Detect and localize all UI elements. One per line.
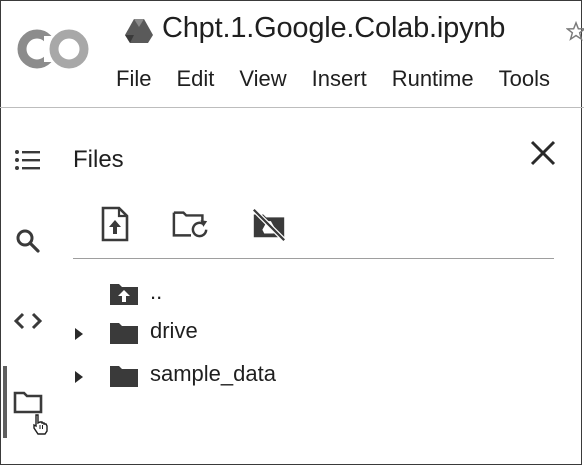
hand-cursor-icon — [33, 414, 48, 435]
star-icon[interactable] — [566, 20, 584, 42]
tree-row-sample-data[interactable]: sample_data — [60, 361, 540, 393]
folder-icon — [110, 366, 138, 387]
colab-logo-icon — [17, 29, 89, 69]
menu-insert[interactable]: Insert — [312, 66, 367, 92]
header: Chpt.1.Google.Colab.ipynb File Edit View… — [0, 0, 584, 107]
refresh-folder-icon[interactable] — [172, 204, 210, 244]
parent-folder-icon — [110, 284, 138, 305]
mount-drive-off-icon[interactable] — [250, 204, 288, 244]
expand-caret-icon[interactable] — [74, 370, 84, 384]
tree-row-parent[interactable]: .. — [60, 279, 540, 311]
menu-runtime[interactable]: Runtime — [392, 66, 474, 92]
table-of-contents-icon[interactable] — [12, 145, 44, 175]
google-drive-icon[interactable] — [125, 18, 153, 43]
code-snippets-icon[interactable] — [12, 306, 44, 336]
header-divider — [0, 107, 584, 108]
files-panel-title: Files — [73, 146, 124, 173]
notebook-title[interactable]: Chpt.1.Google.Colab.ipynb — [162, 12, 505, 45]
active-tab-indicator — [3, 366, 7, 438]
search-icon[interactable] — [12, 226, 44, 256]
toolbar-divider — [73, 258, 554, 259]
tree-row-drive[interactable]: drive — [60, 318, 540, 350]
tree-row-label: drive — [150, 318, 198, 343]
tree-row-label: sample_data — [150, 361, 276, 386]
expand-caret-icon[interactable] — [74, 327, 84, 341]
tree-row-label: .. — [150, 279, 163, 304]
menu-bar: File Edit View Insert Runtime Tools — [116, 66, 575, 92]
upload-file-icon[interactable] — [96, 204, 134, 244]
close-icon[interactable] — [528, 138, 558, 168]
menu-view[interactable]: View — [239, 66, 286, 92]
menu-file[interactable]: File — [116, 66, 151, 92]
folder-icon — [110, 323, 138, 344]
menu-tools[interactable]: Tools — [499, 66, 550, 92]
menu-edit[interactable]: Edit — [176, 66, 214, 92]
